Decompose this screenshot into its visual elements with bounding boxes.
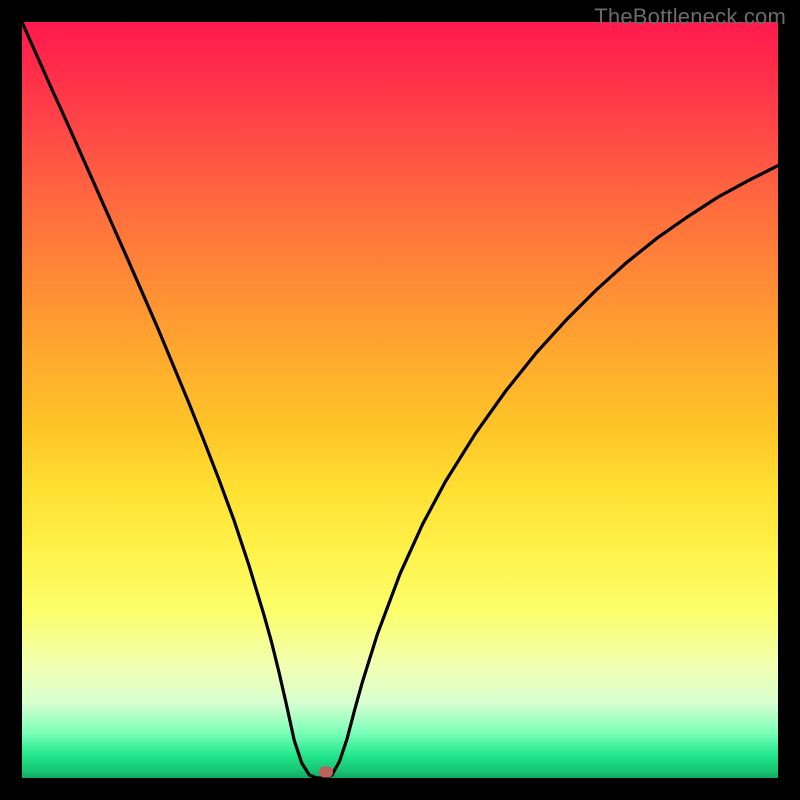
- watermark: TheBottleneck.com: [594, 4, 786, 30]
- minimum-marker: [319, 766, 333, 777]
- bottleneck-curve: [22, 22, 778, 778]
